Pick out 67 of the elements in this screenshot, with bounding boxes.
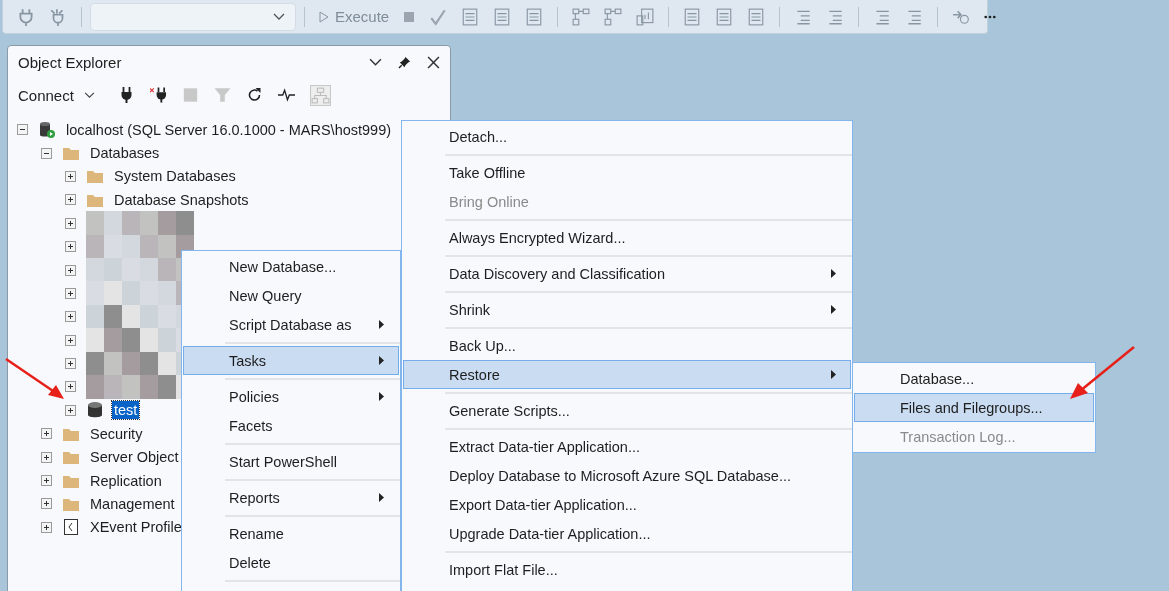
expand-icon[interactable] (65, 194, 76, 206)
activity-icon[interactable] (277, 87, 295, 103)
pin-icon[interactable] (398, 55, 411, 69)
menu-item[interactable]: Script Database as (183, 310, 399, 339)
tree-item[interactable]: Replication (88, 471, 164, 490)
tree-item[interactable]: Database Snapshots (112, 190, 251, 209)
menu-item[interactable]: Start PowerShell (183, 447, 399, 476)
expand-icon[interactable] (65, 311, 76, 323)
tree-item[interactable]: Security (88, 424, 145, 443)
expand-icon[interactable] (65, 334, 76, 346)
database-icon (86, 401, 104, 420)
menu-item[interactable]: Back Up... (403, 331, 851, 360)
expand-icon[interactable] (65, 170, 76, 182)
expand-icon[interactable] (65, 404, 76, 416)
disconnect-icon[interactable] (149, 87, 167, 103)
menu-item[interactable]: Database... (854, 364, 1094, 393)
chevron-down-icon (273, 12, 285, 21)
expand-icon[interactable] (41, 521, 52, 533)
menu-item[interactable]: Files and Filegroups... (854, 393, 1094, 422)
menu-item[interactable]: Detach... (403, 122, 851, 151)
menu-item[interactable]: Export Data-tier Application... (403, 490, 851, 519)
tree-item[interactable]: Databases (88, 144, 162, 163)
tree-item[interactable]: Management (88, 494, 177, 513)
menu-item[interactable]: Always Encrypted Wizard... (403, 223, 851, 252)
tree-item[interactable]: System Databases (112, 167, 238, 186)
play-icon (319, 10, 329, 23)
expand-icon[interactable] (65, 241, 76, 253)
panel-title: Object Explorer (18, 53, 122, 71)
collapse-icon[interactable] (17, 124, 28, 136)
menu-item[interactable]: Tasks (183, 346, 399, 375)
tree-item[interactable]: Server Object (88, 448, 181, 467)
menu-item[interactable]: Import Flat File... (403, 555, 851, 584)
close-icon[interactable] (427, 55, 440, 69)
menu-item[interactable]: New Query (183, 281, 399, 310)
menu-item[interactable]: Data Discovery and Classification (403, 259, 851, 288)
menu-item[interactable]: New Database... (183, 252, 399, 281)
profiler-icon (62, 518, 80, 537)
menu-item[interactable]: Shrink (403, 295, 851, 324)
expand-icon[interactable] (65, 264, 76, 276)
menu-item[interactable]: Deploy Database to Microsoft Azure SQL Database... (403, 461, 851, 490)
chevron-down-icon (83, 91, 95, 99)
menu-item[interactable]: Reports (183, 483, 399, 512)
arrow (4, 357, 66, 401)
menu-item[interactable]: Upgrade Data-tier Application... (403, 519, 851, 548)
tree-item[interactable]: XEvent Profile (88, 518, 184, 537)
expand-icon[interactable] (65, 358, 76, 370)
collapse-icon[interactable] (41, 147, 52, 159)
menu-item[interactable]: Take Offline (403, 158, 851, 187)
connect-button[interactable]: Connect (18, 86, 95, 104)
check-icon[interactable] (429, 7, 448, 26)
menu-item[interactable]: Restore (403, 360, 851, 389)
expand-icon[interactable] (41, 498, 52, 510)
menu-item[interactable]: Delete (183, 548, 399, 577)
menu-item[interactable]: Facets (183, 411, 399, 440)
expand-icon[interactable] (65, 217, 76, 229)
menu-item[interactable]: Rename (183, 519, 399, 548)
menu-item[interactable]: Generate Scripts... (403, 396, 851, 425)
menu-item[interactable]: Policies (183, 382, 399, 411)
menu-item[interactable]: Extract Data-tier Application... (403, 432, 851, 461)
expand-icon[interactable] (65, 287, 76, 299)
expand-icon[interactable] (41, 475, 52, 487)
server-icon (38, 120, 56, 139)
expand-icon[interactable] (41, 428, 52, 440)
expand-icon[interactable] (41, 451, 52, 463)
tree-item[interactable]: localhost (SQL Server 16.0.1000 - MARS\host999) (64, 120, 394, 139)
tree-item[interactable]: test (112, 401, 140, 420)
expand-icon[interactable] (65, 381, 76, 393)
